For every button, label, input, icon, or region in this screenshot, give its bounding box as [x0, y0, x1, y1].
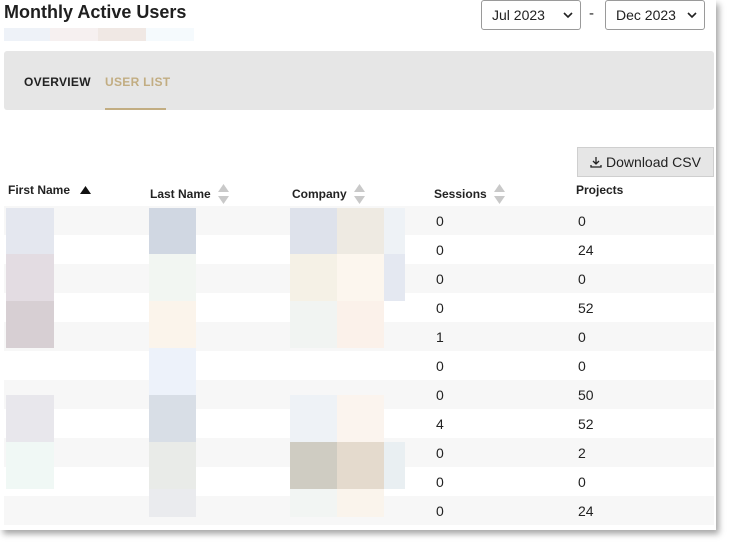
projects-cell: 0 [578, 213, 586, 229]
sessions-cell: 0 [436, 300, 444, 316]
redacted-company [337, 395, 384, 442]
redacted-company [290, 395, 337, 442]
sessions-cell: 0 [436, 242, 444, 258]
sessions-cell: 1 [436, 329, 444, 345]
range-separator: - [589, 5, 594, 22]
redacted-last-name [149, 395, 196, 442]
column-header-projects: Projects [576, 183, 623, 197]
sort-icon [353, 184, 365, 204]
column-header-label: Sessions [434, 187, 487, 201]
redacted-company [384, 208, 405, 254]
date-from-value: Jul 2023 [492, 7, 545, 23]
user-table-body: 0 0 0 24 0 0 0 52 1 0 0 0 0 50 4 52 0 2 … [4, 206, 714, 525]
sessions-cell: 0 [436, 445, 444, 461]
sessions-cell: 0 [436, 358, 444, 374]
redacted-last-name [149, 442, 196, 489]
redacted-company [337, 301, 384, 348]
redacted-first-name [6, 208, 54, 254]
tab-bar: OVERVIEW USER LIST [4, 51, 714, 110]
column-header-first-name[interactable]: First Name [8, 183, 92, 197]
column-header-company[interactable]: Company [292, 183, 366, 205]
column-header-sessions[interactable]: Sessions [434, 183, 506, 205]
column-header-label: Projects [576, 183, 624, 197]
projects-cell: 2 [578, 445, 586, 461]
sort-icon [217, 184, 229, 204]
redacted-company [384, 254, 405, 301]
date-from-select[interactable]: Jul 2023 [481, 0, 581, 30]
redacted-first-name [6, 442, 54, 489]
table-row: 0 0 [4, 351, 714, 380]
projects-cell: 0 [578, 474, 586, 490]
app-window: Monthly Active Users Jul 2023 - Dec 2023… [0, 0, 716, 530]
download-csv-label: Download CSV [606, 154, 701, 170]
redacted-company [384, 442, 405, 489]
redacted-first-name [6, 301, 54, 348]
redacted-company [337, 442, 384, 489]
sessions-cell: 0 [436, 271, 444, 287]
redacted-last-name [149, 208, 196, 254]
projects-cell: 0 [578, 271, 586, 287]
projects-cell: 24 [578, 503, 594, 519]
redacted-company [337, 254, 384, 301]
redacted-last-name [149, 254, 196, 301]
column-header-label: Last Name [150, 187, 211, 201]
projects-cell: 0 [578, 358, 586, 374]
sessions-cell: 0 [436, 213, 444, 229]
redacted-company [290, 442, 337, 489]
sessions-cell: 4 [436, 416, 444, 432]
sort-icon [493, 184, 505, 204]
tab-user-list[interactable]: USER LIST [105, 75, 170, 89]
redacted-company [290, 301, 337, 348]
projects-cell: 50 [578, 387, 594, 403]
projects-cell: 0 [578, 329, 586, 345]
redacted-company [337, 208, 384, 254]
chevron-down-icon [687, 12, 697, 19]
download-icon [590, 157, 602, 168]
active-tab-indicator [105, 108, 166, 110]
projects-cell: 24 [578, 242, 594, 258]
redacted-company [337, 489, 384, 517]
title-decoration [4, 28, 194, 41]
redacted-last-name [149, 489, 196, 517]
redacted-first-name [6, 254, 54, 301]
redacted-first-name [6, 395, 54, 442]
sessions-cell: 0 [436, 474, 444, 490]
redacted-company [290, 254, 337, 301]
column-header-last-name[interactable]: Last Name [150, 183, 230, 205]
column-header-label: First Name [8, 183, 71, 197]
sessions-cell: 0 [436, 387, 444, 403]
chevron-down-icon [563, 12, 573, 19]
date-to-select[interactable]: Dec 2023 [605, 0, 705, 30]
redacted-company [290, 489, 337, 517]
sort-ascending-icon [80, 186, 92, 194]
download-csv-button[interactable]: Download CSV [577, 147, 714, 177]
redacted-company [290, 208, 337, 254]
date-to-value: Dec 2023 [616, 7, 676, 23]
sessions-cell: 0 [436, 503, 444, 519]
projects-cell: 52 [578, 416, 594, 432]
column-header-label: Company [292, 187, 347, 201]
redacted-last-name [149, 301, 196, 348]
projects-cell: 52 [578, 300, 594, 316]
page-title: Monthly Active Users [4, 2, 187, 22]
tab-overview[interactable]: OVERVIEW [24, 75, 91, 89]
redacted-last-name [149, 348, 196, 395]
